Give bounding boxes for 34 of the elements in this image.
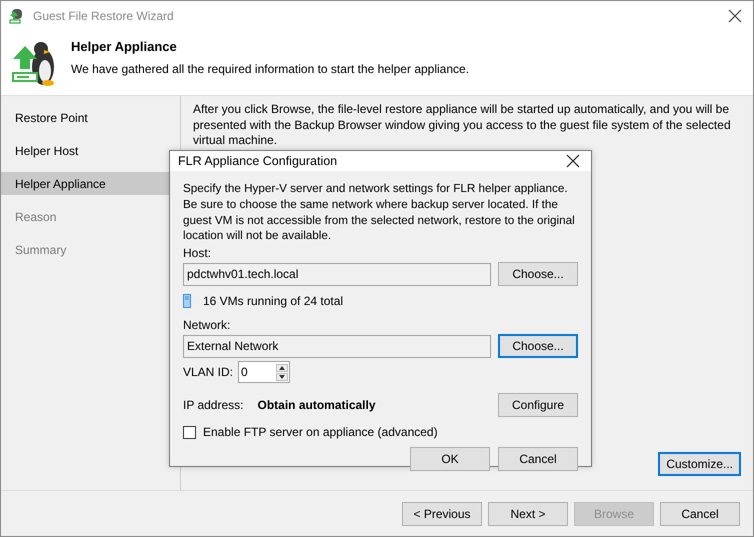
up-arrow-icon [278,364,286,371]
choose-button[interactable]: Choose... [498,262,578,286]
description-text: After you click Browse, the file-level restore appliance will be started up automatically, and you will be presented with the Backup Browser window giving you access to the guest file system of the selected virtual machine. [193,102,732,149]
field-label: Host: [183,245,212,262]
window-title: Guest File Restore Wizard [33,8,174,25]
footer-button[interactable]: < Previous [402,502,482,526]
app-icon [9,8,25,24]
dialog-description: Specify the Hyper-V server and network settings for FLR helper appliance. Be sure to choose the same network where backup server located. If the guest VM is not accessible from the selected network, restore to the original location will not be available. [183,181,576,244]
wizard-step[interactable]: Restore Point [1,106,180,129]
wizard-step[interactable]: Helper Host [1,139,180,162]
down-arrow-icon [278,374,286,380]
spin-down-button[interactable] [276,372,288,381]
field-label: Network: [183,317,232,334]
footer-button[interactable]: Cancel [660,502,740,526]
vlan-label: VLAN ID: [183,364,234,382]
choose-button[interactable]: Choose... [498,334,578,358]
header-subtitle: We have gathered all the required information to start the helper appliance. [71,60,470,78]
ip-value: Obtain automatically [257,397,376,414]
dialog-title: FLR Appliance Configuration [178,152,338,170]
configure-button[interactable]: Configure [498,393,578,418]
checkbox[interactable] [183,426,196,439]
checkbox-label: Enable FTP server on appliance (advanced) [203,424,438,442]
dialog-button[interactable]: OK [410,447,490,472]
header-title: Helper Appliance [71,38,178,56]
dialog-button[interactable]: Cancel [498,447,578,472]
vm-count-text: 16 VMs running of 24 total [203,293,344,310]
text-field[interactable]: pdctwhv01.tech.local [183,262,491,286]
customize-button[interactable]: Customize... [658,452,741,476]
ip-label: IP address: [183,397,244,414]
spin-up-button[interactable] [276,364,288,372]
text-field[interactable]: External Network [183,334,491,358]
server-icon [183,294,191,308]
vlan-spinner[interactable]: 0 [238,361,290,384]
footer-button[interactable]: Next > [488,502,568,526]
